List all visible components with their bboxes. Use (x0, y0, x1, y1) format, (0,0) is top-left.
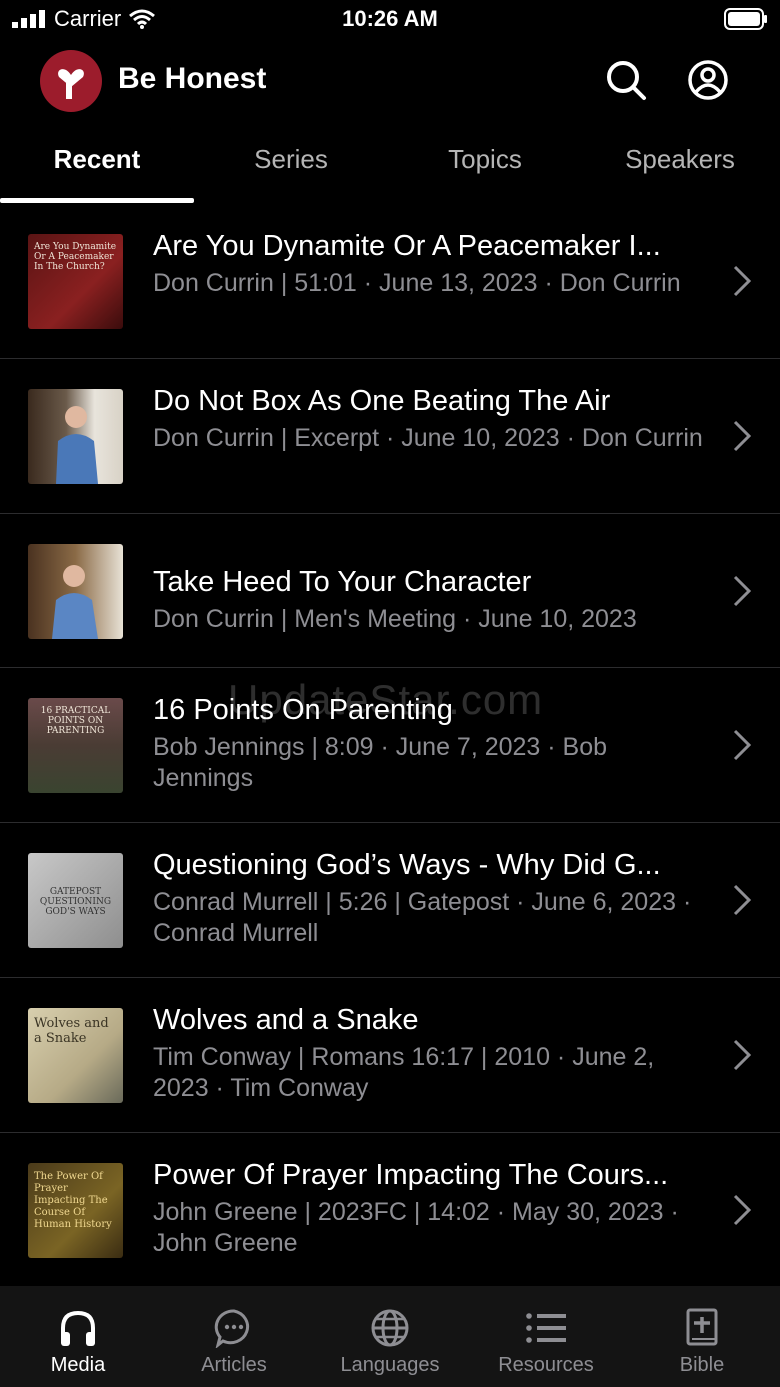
chevron-right-icon (733, 729, 752, 761)
thumbnail-caption: GATEPOST QUESTIONING GOD'S WAYS (39, 887, 112, 917)
headphones-icon (61, 1310, 95, 1346)
app-logo (40, 50, 102, 112)
chevron-right-icon (733, 575, 752, 607)
thumbnail (28, 544, 123, 639)
tabbar-label: Bible (679, 1354, 725, 1376)
item-meta: Conrad Murrell | 5:26 | Gatepost · June … (153, 888, 692, 947)
tab-recent[interactable]: Recent (0, 144, 194, 175)
tabbar-label: Articles (201, 1354, 267, 1376)
chevron-right-icon (733, 884, 752, 916)
tabbar-item-languages[interactable]: Languages (312, 1308, 468, 1377)
speaker-figure-icon (52, 565, 98, 639)
tab-series[interactable]: Series (194, 144, 388, 175)
status-bar: Carrier 10:26 AM (0, 0, 780, 40)
search-icon[interactable] (604, 58, 648, 102)
tabbar-label: Languages (340, 1354, 440, 1376)
thumbnail: GATEPOST QUESTIONING GOD'S WAYS (28, 853, 123, 948)
tabbar-label: Resources (498, 1354, 594, 1376)
list-item[interactable]: GATEPOST QUESTIONING GOD'S WAYS Question… (0, 823, 780, 978)
app-header: Be Honest (0, 46, 780, 116)
list-item[interactable]: The Power Of Prayer Impacting The Course… (0, 1133, 780, 1287)
tabbar-item-bible[interactable]: Bible (624, 1308, 780, 1377)
chevron-right-icon (733, 1194, 752, 1226)
thumbnail-caption: Are You Dynamite Or A Peacemaker In The … (34, 242, 117, 272)
item-title: 16 Points On Parenting (153, 694, 453, 726)
battery-icon (724, 8, 767, 30)
thumbnail: 16 PRACTICAL POINTS ON PARENTING (28, 698, 123, 793)
list-item[interactable]: Are You Dynamite Or A Peacemaker In The … (0, 204, 780, 359)
chevron-right-icon (733, 1039, 752, 1071)
speaker-figure-icon (56, 406, 98, 484)
tabbar-item-resources[interactable]: Resources (468, 1308, 624, 1377)
bible-plus-icon (686, 1308, 718, 1346)
item-title: Are You Dynamite Or A Peacemaker I... (153, 230, 661, 262)
tabbar-item-articles[interactable]: Articles (156, 1308, 312, 1377)
top-tabs: Recent Series Topics Speakers (0, 132, 780, 204)
thumbnail-caption: The Power Of Prayer Impacting The Course… (34, 1171, 112, 1230)
thumbnail-caption: 16 PRACTICAL POINTS ON PARENTING (40, 706, 111, 736)
list-item[interactable]: Do Not Box As One Beating The Air Don Cu… (0, 359, 780, 514)
thumbnail (28, 389, 123, 484)
clock: 10:26 AM (342, 6, 438, 31)
tab-speakers[interactable]: Speakers (583, 144, 777, 175)
item-meta: Don Currin | Men's Meeting · June 10, 20… (153, 605, 637, 633)
item-title: Wolves and a Snake (153, 1004, 419, 1036)
thumbnail: Are You Dynamite Or A Peacemaker In The … (28, 234, 123, 329)
item-meta: Don Currin | Excerpt · June 10, 2023 · D… (153, 424, 703, 452)
tab-topics[interactable]: Topics (388, 144, 582, 175)
item-meta: Tim Conway | Romans 16:17 | 2010 · June … (153, 1043, 655, 1102)
item-title: Do Not Box As One Beating The Air (153, 385, 611, 417)
chevron-right-icon (733, 420, 752, 452)
app-title: Be Honest (118, 62, 267, 95)
globe-icon (371, 1309, 409, 1347)
media-list: Are You Dynamite Or A Peacemaker In The … (0, 204, 780, 1287)
list-item[interactable]: Take Heed To Your Character Don Currin |… (0, 514, 780, 668)
tabbar-item-media[interactable]: Media (0, 1308, 156, 1377)
active-tab-indicator (0, 198, 194, 203)
account-icon[interactable] (686, 58, 730, 102)
list-item[interactable]: 16 PRACTICAL POINTS ON PARENTING 16 Poin… (0, 668, 780, 823)
list-icon (526, 1313, 566, 1343)
chat-bubble-icon (214, 1309, 250, 1348)
heart-cross-icon (58, 69, 84, 99)
item-title: Take Heed To Your Character (153, 566, 532, 598)
item-title: Power Of Prayer Impacting The Cours... (153, 1159, 669, 1191)
tabbar-label: Media (50, 1354, 106, 1376)
list-item[interactable]: Wolves and a Snake Wolves and a Snake Ti… (0, 978, 780, 1133)
item-meta: Don Currin | 51:01 · June 13, 2023 · Don… (153, 269, 681, 297)
thumbnail-caption: Wolves and a Snake (34, 1016, 109, 1046)
thumbnail: Wolves and a Snake (28, 1008, 123, 1103)
thumbnail: The Power Of Prayer Impacting The Course… (28, 1163, 123, 1258)
item-title: Questioning God’s Ways - Why Did G... (153, 849, 661, 881)
item-meta: Bob Jennings | 8:09 · June 7, 2023 · Bob… (153, 733, 608, 792)
chevron-right-icon (733, 265, 752, 297)
bottom-tab-bar: Media Articles Languages Resources Bible (0, 1286, 780, 1387)
item-meta: John Greene | 2023FC | 14:02 · May 30, 2… (153, 1198, 679, 1257)
